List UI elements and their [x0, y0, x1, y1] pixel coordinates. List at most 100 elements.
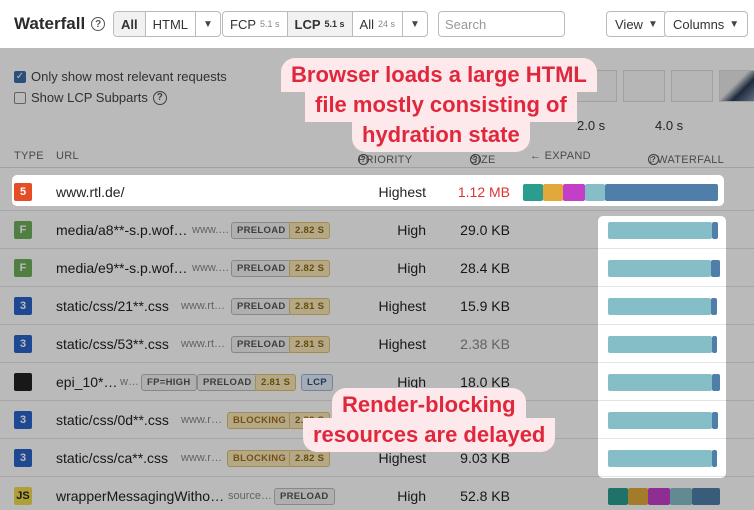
waterfall-bar[interactable]	[711, 260, 720, 277]
chevron-down-icon[interactable]: ▼	[196, 12, 220, 36]
request-url[interactable]: static/css/21**.css	[56, 298, 169, 314]
time-badge: 2.82 S	[289, 450, 331, 467]
waterfall-bar[interactable]	[648, 488, 670, 505]
callout-html-line3: hydration state	[352, 118, 530, 152]
callout-blocking-line2: resources are delayed	[303, 418, 556, 452]
waterfall-bar[interactable]	[670, 488, 692, 505]
request-url[interactable]: epi_10*…	[56, 374, 118, 390]
request-url[interactable]: www.rtl.de/	[56, 184, 124, 200]
waterfall-bar[interactable]	[608, 488, 628, 505]
columns-dropdown[interactable]: Columns ▼	[664, 11, 749, 37]
waterfall-bar[interactable]	[585, 184, 605, 201]
metric-fcp[interactable]: FCP 5.1 s	[223, 12, 288, 36]
waterfall-bar[interactable]	[608, 336, 712, 353]
request-size: 29.0 KB	[460, 222, 510, 238]
css3-icon: 3	[14, 297, 32, 315]
preload-badge: PRELOAD	[231, 260, 292, 277]
request-domain: www.r…	[181, 452, 222, 464]
table-row[interactable]: F media/a8**-s.p.wof… www.… PRELOAD 2.82…	[0, 211, 754, 249]
table-row[interactable]: 5 www.rtl.de/ Highest 1.12 MB	[0, 173, 754, 211]
time-tick: 4.0 s	[655, 118, 684, 133]
time-badge: 2.81 S	[255, 374, 297, 391]
blocking-badge: BLOCKING	[227, 450, 293, 467]
expand-button[interactable]: ← EXPAND	[530, 150, 591, 162]
request-domain: www.r…	[181, 414, 222, 426]
checkbox-checked-icon[interactable]: ✓	[14, 70, 26, 83]
table-row[interactable]: F media/e9**-s.p.wof… www.… PRELOAD 2.82…	[0, 249, 754, 287]
metric-filter[interactable]: FCP 5.1 s LCP 5.1 s All 24 s ▼	[222, 11, 428, 37]
css3-icon: 3	[14, 449, 32, 467]
help-icon[interactable]: ?	[91, 17, 106, 31]
col-type[interactable]: TYPE	[14, 150, 44, 162]
request-url[interactable]: static/css/53**.css	[56, 336, 169, 352]
preload-badge: PRELOAD	[231, 222, 292, 239]
waterfall-bar[interactable]	[608, 450, 712, 467]
chevron-down-icon[interactable]: ▼	[403, 12, 427, 36]
waterfall-bar[interactable]	[563, 184, 585, 201]
request-url[interactable]: media/a8**-s.p.wof…	[56, 222, 188, 238]
request-domain: www.…	[192, 262, 230, 274]
col-url[interactable]: URL	[56, 150, 79, 162]
time-tick: 2.0 s	[577, 118, 606, 133]
help-icon: ?	[358, 154, 369, 165]
waterfall-bar[interactable]	[711, 298, 717, 315]
font-icon: F	[14, 259, 32, 277]
help-icon: ?	[470, 154, 481, 165]
waterfall-bar[interactable]	[628, 488, 648, 505]
request-domain: www.rt…	[181, 338, 225, 350]
request-url[interactable]: media/e9**-s.p.wof…	[56, 260, 188, 276]
request-url[interactable]: wrapperMessagingWitho…	[56, 488, 224, 504]
css3-icon: 3	[14, 335, 32, 353]
waterfall-bar[interactable]	[608, 412, 712, 429]
preload-badge: PRELOAD	[197, 374, 258, 391]
help-icon[interactable]: ?	[152, 90, 167, 105]
request-priority: Highest	[378, 298, 426, 314]
table-row[interactable]: 3 static/css/53**.css www.rt… PRELOAD 2.…	[0, 325, 754, 363]
request-domain: w…	[120, 376, 139, 388]
table-row[interactable]: 3 static/css/21**.css www.rt… PRELOAD 2.…	[0, 287, 754, 325]
request-url[interactable]: static/css/ca**.css	[56, 450, 168, 466]
metric-lcp[interactable]: LCP 5.1 s	[287, 12, 353, 36]
metric-all[interactable]: All 24 s	[353, 12, 404, 36]
waterfall-bar[interactable]	[543, 184, 563, 201]
help-icon: ?	[648, 154, 659, 165]
request-url[interactable]: static/css/0d**.css	[56, 412, 169, 428]
waterfall-bar[interactable]	[523, 184, 543, 201]
search-input[interactable]	[438, 11, 565, 37]
filmstrip-frame	[719, 70, 754, 102]
waterfall-bar[interactable]	[712, 374, 720, 391]
type-filter[interactable]: All HTML ▼	[113, 11, 221, 37]
waterfall-bar[interactable]	[712, 336, 717, 353]
waterfall-bar[interactable]	[712, 412, 718, 429]
time-badge: 2.81 S	[289, 336, 331, 353]
checkbox-icon[interactable]	[14, 91, 26, 104]
request-size: 52.8 KB	[460, 488, 510, 504]
waterfall-bar[interactable]	[712, 222, 718, 239]
image-thumbnail-icon	[14, 373, 32, 391]
blocking-badge: BLOCKING	[227, 412, 293, 429]
request-priority: Highest	[378, 450, 426, 466]
request-priority: Highest	[378, 336, 426, 352]
waterfall-bar[interactable]	[608, 298, 711, 315]
waterfall-bar[interactable]	[608, 260, 711, 277]
filmstrip	[575, 70, 754, 102]
request-size: 15.9 KB	[460, 298, 510, 314]
waterfall-bar[interactable]	[692, 488, 720, 505]
time-badge: 2.81 S	[289, 298, 331, 315]
request-size: 28.4 KB	[460, 260, 510, 276]
relevant-requests-option[interactable]: ✓ Only show most relevant requests	[14, 69, 227, 84]
filter-html[interactable]: HTML	[146, 12, 197, 36]
request-domain: source…	[228, 490, 273, 502]
lcp-badge: LCP	[301, 374, 333, 391]
view-dropdown[interactable]: View ▼	[606, 11, 667, 37]
filmstrip-frame	[623, 70, 665, 102]
lcp-subparts-option[interactable]: Show LCP Subparts ?	[14, 90, 167, 105]
filter-all[interactable]: All	[114, 12, 146, 36]
callout-html-line2: file mostly consisting of	[305, 88, 577, 122]
waterfall-bar[interactable]	[608, 374, 712, 391]
waterfall-bar[interactable]	[712, 450, 717, 467]
waterfall-bar[interactable]	[608, 222, 712, 239]
waterfall-bar[interactable]	[605, 184, 718, 201]
table-row[interactable]: JS wrapperMessagingWitho… source… PRELOA…	[0, 477, 754, 510]
request-domain: www.rt…	[181, 300, 225, 312]
